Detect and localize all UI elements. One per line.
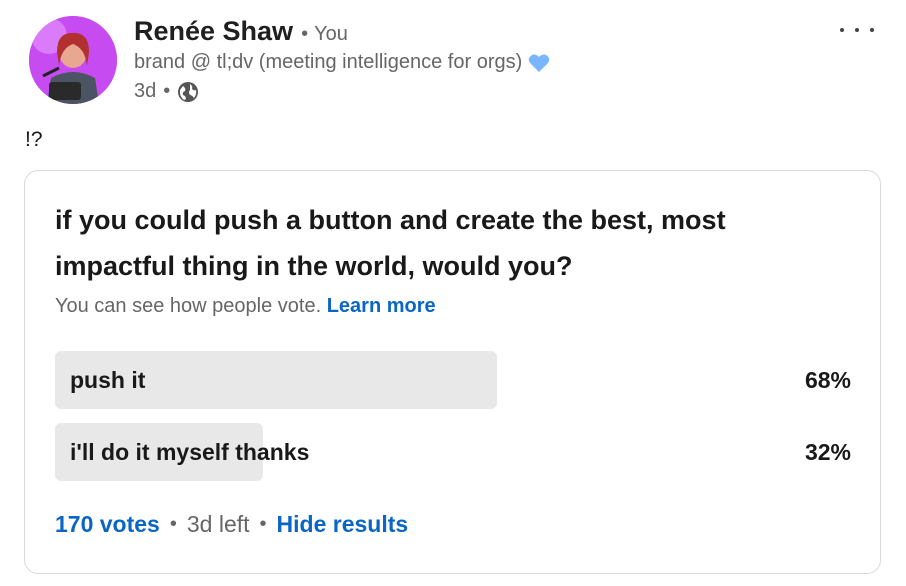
author-name[interactable]: Renée Shaw [134,16,293,47]
post-text: !? [25,128,43,151]
relation-label: You [314,23,348,45]
poll-option[interactable]: i'll do it myself thanks 32% [55,423,851,481]
post-age: 3d [134,80,157,102]
author-headline: brand @ tl;dv (meeting intelligence for … [134,51,550,74]
learn-more-link[interactable]: Learn more [327,295,436,317]
poll-note-text: You can see how people vote. [55,295,322,317]
headline-text: brand @ tl;dv (meeting intelligence for … [134,51,523,73]
votes-count-link[interactable]: 170 votes [55,511,160,538]
poll-option-percent: 68% [804,367,851,393]
poll-option[interactable]: push it 68% [55,351,851,409]
author-avatar[interactable] [29,16,117,104]
author-line: Renée Shaw • You [134,16,348,47]
linkedin-post: Renée Shaw • You brand @ tl;dv (meeting … [0,0,906,586]
poll-visibility-note: You can see how people vote. Learn more [55,295,436,318]
more-horizontal-icon [840,28,844,32]
separator-dot: • [169,513,177,535]
poll-card: if you could push a button and create th… [24,170,881,574]
poll-question: if you could push a button and create th… [55,205,726,281]
poll-option-percent: 32% [804,439,851,465]
post-meta: 3d • [134,80,199,103]
separator-dot: • [259,513,267,535]
globe-icon [177,81,199,103]
time-left: 3d left [186,511,250,537]
more-options-button[interactable] [840,20,874,40]
separator-dot: • [301,23,309,45]
poll-footer: 170 votes • 3d left • Hide results [55,511,408,538]
hide-results-link[interactable]: Hide results [277,511,409,538]
separator-dot: • [163,80,171,102]
poll-option-label: i'll do it myself thanks [70,439,310,465]
poll-option-label: push it [70,367,146,393]
blue-heart-icon [528,53,550,73]
